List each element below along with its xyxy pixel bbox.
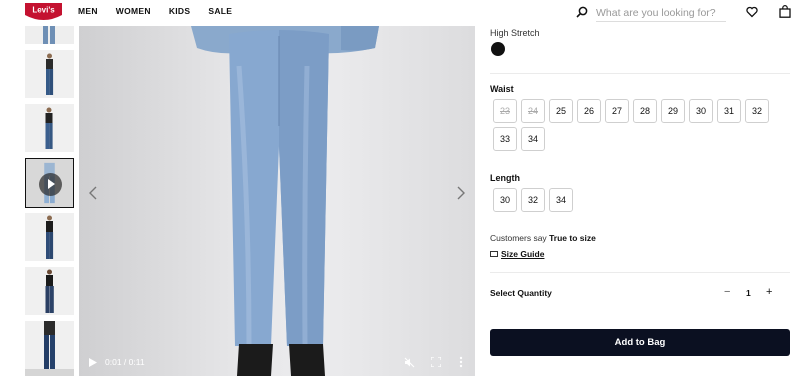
waist-size-option[interactable]: 27: [605, 99, 629, 123]
nav-kids[interactable]: KIDS: [169, 6, 191, 16]
quantity-decrease-button[interactable]: −: [724, 286, 730, 298]
next-image-icon[interactable]: [456, 186, 466, 200]
stretch-label: High Stretch: [490, 28, 540, 38]
main-nav: MEN WOMEN KIDS SALE: [78, 6, 232, 16]
waist-size-option[interactable]: 32: [745, 99, 769, 123]
levis-logo[interactable]: Levi's: [25, 3, 62, 22]
waist-title: Waist: [490, 84, 514, 94]
video-controls: 0:01 / 0:11: [79, 350, 475, 376]
heart-icon[interactable]: [746, 6, 758, 18]
quantity-increase-button[interactable]: +: [766, 286, 772, 298]
video-time: 0:01 / 0:11: [105, 357, 145, 367]
fit-feedback: Customers say True to size: [490, 233, 596, 243]
thumbnail[interactable]: [25, 213, 74, 261]
product-image: [191, 26, 379, 376]
svg-text:Levi's: Levi's: [32, 6, 55, 15]
fit-value: True to size: [549, 233, 596, 243]
play-icon[interactable]: [89, 358, 97, 367]
quantity-value: 1: [746, 288, 751, 298]
fullscreen-icon[interactable]: [431, 357, 441, 367]
thumbnail[interactable]: [25, 321, 74, 376]
thumbnail-video[interactable]: [25, 158, 74, 208]
waist-size-option[interactable]: 29: [661, 99, 685, 123]
waist-size-option[interactable]: 25: [549, 99, 573, 123]
thumbnail[interactable]: [25, 50, 74, 98]
length-size-option[interactable]: 30: [493, 188, 517, 212]
color-swatch[interactable]: [491, 42, 505, 56]
size-guide-label: Size Guide: [501, 249, 545, 259]
quantity-label: Select Quantity: [490, 288, 552, 298]
search-icon[interactable]: [576, 6, 588, 18]
add-to-bag-button[interactable]: Add to Bag: [490, 329, 790, 356]
more-options-icon[interactable]: [459, 356, 463, 368]
fit-prefix: Customers say: [490, 233, 547, 243]
shopping-bag-icon[interactable]: [779, 5, 791, 18]
site-header: Levi's MEN WOMEN KIDS SALE: [0, 0, 800, 26]
length-title: Length: [490, 173, 520, 183]
thumbnail[interactable]: [25, 26, 74, 44]
waist-size-option[interactable]: 24: [521, 99, 545, 123]
thumbnail[interactable]: [25, 267, 74, 315]
previous-image-icon[interactable]: [88, 186, 98, 200]
waist-size-option[interactable]: 26: [577, 99, 601, 123]
waist-size-option[interactable]: 30: [689, 99, 713, 123]
waist-size-option[interactable]: 33: [493, 127, 517, 151]
size-guide-link[interactable]: Size Guide: [490, 249, 544, 259]
mute-icon[interactable]: [404, 357, 415, 368]
waist-size-option[interactable]: 28: [633, 99, 657, 123]
product-video[interactable]: 0:01 / 0:11: [79, 26, 475, 376]
ruler-icon: [490, 251, 498, 257]
waist-size-option[interactable]: 23: [493, 99, 517, 123]
nav-sale[interactable]: SALE: [208, 6, 232, 16]
nav-men[interactable]: MEN: [78, 6, 98, 16]
video-play-icon: [39, 173, 62, 196]
length-size-option[interactable]: 34: [549, 188, 573, 212]
waist-size-option[interactable]: 34: [521, 127, 545, 151]
length-size-option[interactable]: 32: [521, 188, 545, 212]
divider: [490, 73, 790, 74]
thumbnail[interactable]: [25, 104, 74, 152]
waist-size-option[interactable]: 31: [717, 99, 741, 123]
divider: [490, 272, 790, 273]
nav-women[interactable]: WOMEN: [116, 6, 151, 16]
search-input[interactable]: [596, 4, 726, 22]
